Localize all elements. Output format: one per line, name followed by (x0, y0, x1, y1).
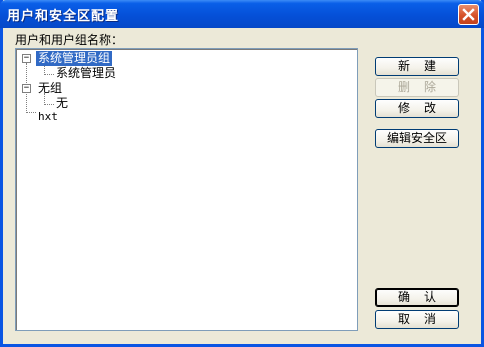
tree-item-label: 无组 (38, 81, 63, 95)
ok-button[interactable]: 确认 (375, 288, 459, 307)
delete-button[interactable]: 删除 (375, 78, 459, 97)
tree-item-label: 系统管理员组 (36, 51, 113, 66)
collapse-icon[interactable]: − (22, 84, 31, 93)
title-bar[interactable]: 用户和安全区配置 (0, 0, 484, 28)
modify-button[interactable]: 修改 (375, 99, 459, 118)
window-title: 用户和安全区配置 (7, 9, 120, 24)
edit-security-zone-button[interactable]: 编辑安全区 (375, 129, 459, 148)
tree-item-label: 系统管理员 (56, 66, 117, 80)
dialog-window: 用户和安全区配置 用户和用户组名称： − 系统管理员组 系统管理员 − 无组 无… (0, 0, 484, 347)
user-list-label: 用户和用户组名称： (15, 33, 124, 47)
close-button[interactable] (458, 4, 479, 25)
tree-item-label: hxt (38, 110, 58, 123)
close-icon (462, 8, 475, 21)
tree-item-admin-group[interactable]: − 系统管理员组 (16, 51, 136, 66)
tree-item-admin-user[interactable]: 系统管理员 (16, 66, 136, 81)
cancel-button[interactable]: 取消 (375, 310, 459, 329)
user-tree[interactable]: − 系统管理员组 系统管理员 − 无组 无 hxt (15, 48, 358, 331)
tree-item-no-group[interactable]: − 无组 (16, 81, 136, 96)
collapse-icon[interactable]: − (22, 54, 31, 63)
tree-item-hxt[interactable]: hxt (16, 109, 136, 124)
new-button[interactable]: 新建 (375, 57, 459, 76)
